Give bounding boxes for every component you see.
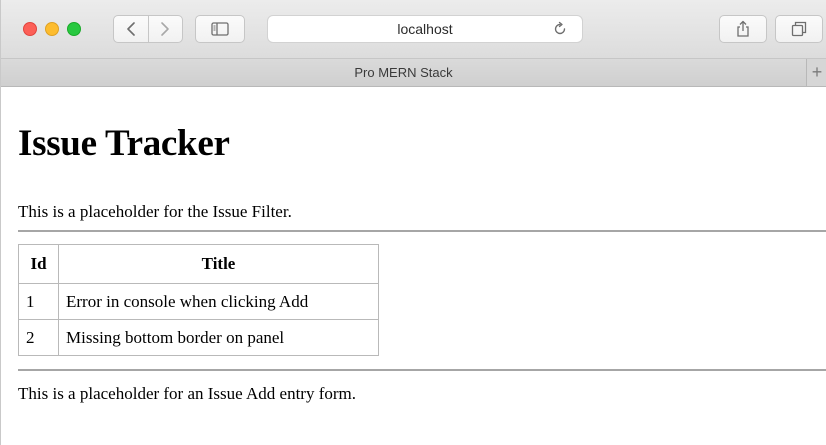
browser-window: localhost Pro MERN Stack + Issue Tracker — [0, 0, 826, 445]
page-content: Issue Tracker This is a placeholder for … — [10, 88, 826, 445]
tab-pro-mern-stack[interactable]: Pro MERN Stack — [1, 59, 806, 86]
table-row: 1 Error in console when clicking Add — [18, 283, 379, 320]
tab-bar: Pro MERN Stack + — [1, 59, 826, 87]
forward-button[interactable] — [147, 16, 183, 42]
issue-filter-placeholder: This is a placeholder for the Issue Filt… — [18, 202, 292, 221]
table-header-row: Id Title — [18, 244, 379, 284]
address-url: localhost — [397, 21, 453, 37]
issue-table: Id Title 1 Error in console when clickin… — [18, 244, 379, 356]
minimize-window-button[interactable] — [45, 22, 59, 36]
back-button[interactable] — [114, 16, 148, 42]
issue-add-placeholder: This is a placeholder for an Issue Add e… — [18, 384, 357, 403]
new-tab-button[interactable]: + — [806, 59, 826, 86]
chevron-right-icon — [161, 22, 170, 36]
issue-id-cell: 1 — [18, 283, 59, 320]
close-window-button[interactable] — [23, 22, 37, 36]
tabs-overview-button[interactable] — [775, 15, 823, 43]
navigation-buttons — [113, 15, 183, 43]
share-icon — [737, 20, 749, 37]
page-title: Issue Tracker — [18, 123, 230, 164]
issue-id-cell: 2 — [18, 319, 59, 356]
issue-title-cell: Missing bottom border on panel — [58, 319, 379, 356]
chevron-left-icon — [126, 22, 135, 36]
issue-title-cell: Error in console when clicking Add — [58, 283, 379, 320]
column-header-title: Title — [58, 244, 379, 284]
share-button[interactable] — [719, 15, 767, 43]
address-bar[interactable]: localhost — [267, 15, 583, 43]
column-header-id: Id — [18, 244, 59, 284]
tabs-overview-icon — [791, 21, 807, 37]
zoom-window-button[interactable] — [67, 22, 81, 36]
reload-icon[interactable] — [552, 21, 568, 37]
sidebar-button[interactable] — [195, 15, 245, 43]
sidebar-icon — [211, 22, 229, 36]
horizontal-rule — [18, 230, 826, 232]
browser-toolbar: localhost — [1, 0, 826, 59]
horizontal-rule — [18, 369, 826, 371]
table-row: 2 Missing bottom border on panel — [18, 319, 379, 356]
